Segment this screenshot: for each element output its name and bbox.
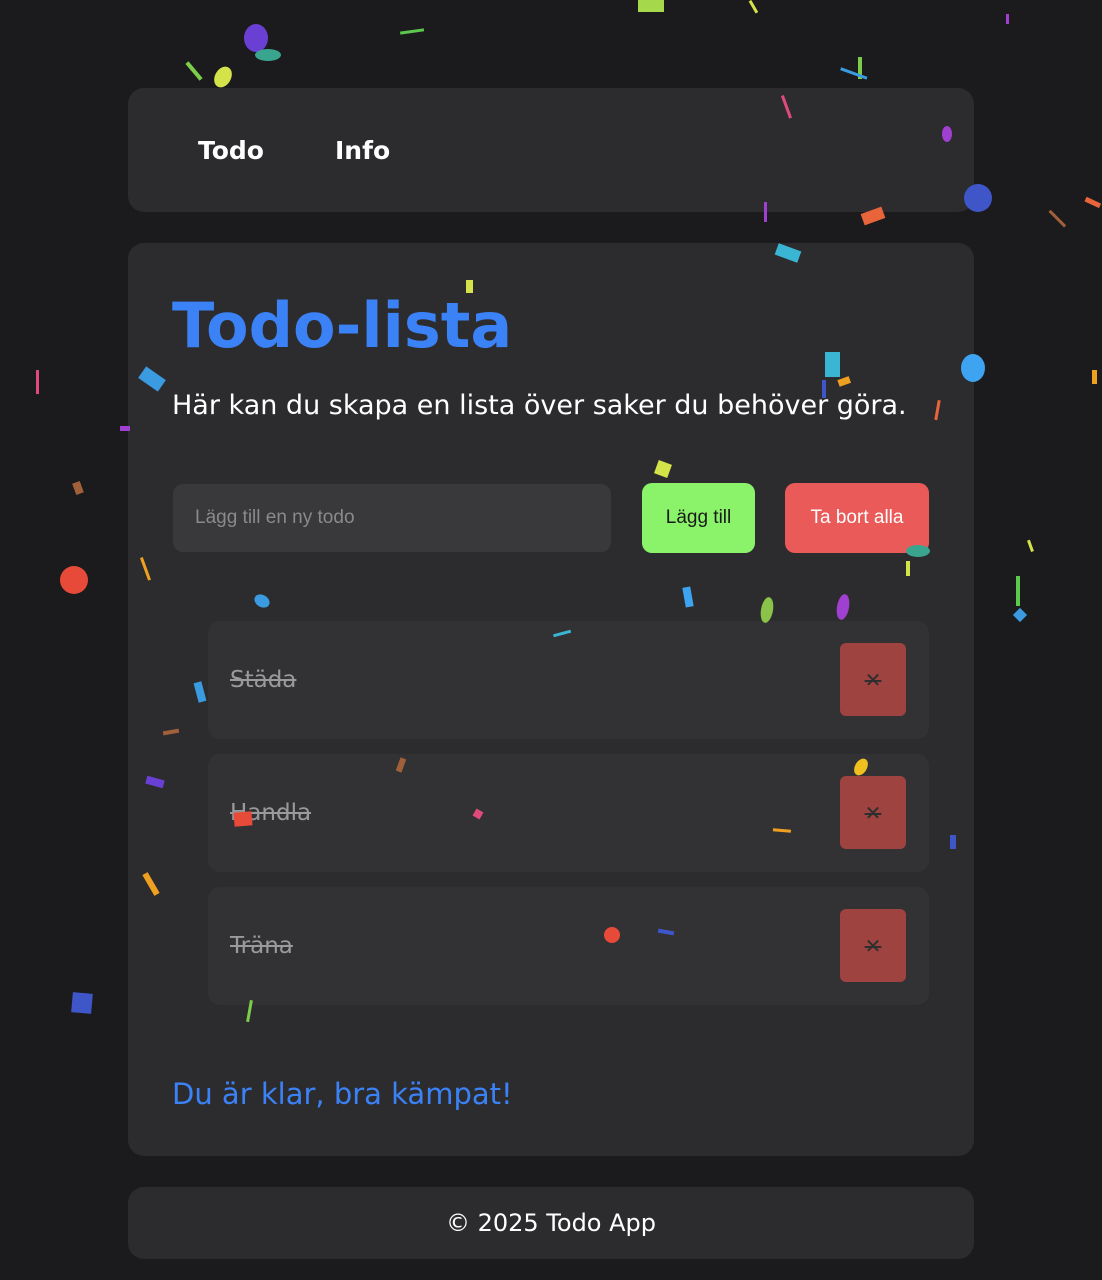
- close-icon: ✕: [864, 800, 882, 825]
- todo-item[interactable]: Handla ✕: [208, 754, 929, 872]
- new-todo-input[interactable]: [173, 484, 611, 552]
- todo-text: Träna: [230, 933, 293, 959]
- close-icon: ✕: [864, 667, 882, 692]
- delete-todo-button[interactable]: ✕: [840, 909, 906, 982]
- nav-link-info[interactable]: Info: [335, 136, 390, 165]
- footer-text: © 2025 Todo App: [445, 1209, 657, 1237]
- delete-todo-button[interactable]: ✕: [840, 776, 906, 849]
- delete-todo-button[interactable]: ✕: [840, 643, 906, 716]
- page-subtitle: Här kan du skapa en lista över saker du …: [172, 390, 907, 421]
- todo-text: Handla: [230, 800, 312, 826]
- clear-all-button[interactable]: Ta bort alla: [785, 483, 929, 553]
- page-title: Todo-lista: [172, 289, 513, 362]
- todo-item[interactable]: Städa ✕: [208, 621, 929, 739]
- todo-item[interactable]: Träna ✕: [208, 887, 929, 1005]
- nav-link-todo[interactable]: Todo: [198, 136, 264, 165]
- footer: © 2025 Todo App: [128, 1187, 974, 1259]
- completion-message: Du är klar, bra kämpat!: [172, 1077, 513, 1111]
- close-icon: ✕: [864, 933, 882, 958]
- add-todo-button[interactable]: Lägg till: [642, 483, 755, 553]
- todo-text: Städa: [230, 667, 297, 693]
